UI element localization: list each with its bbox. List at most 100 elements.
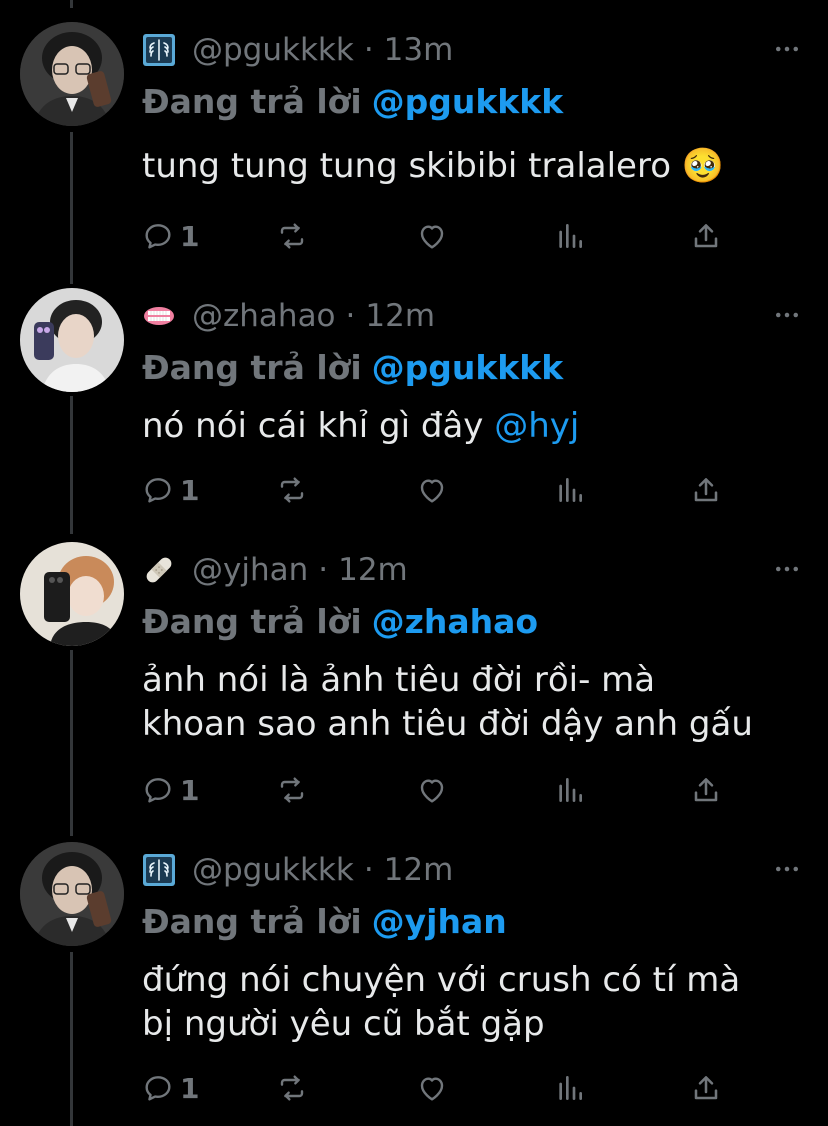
mouth-guard-emoji-icon bbox=[142, 299, 176, 333]
share-upload-icon bbox=[690, 774, 722, 806]
avatar[interactable] bbox=[20, 22, 124, 126]
bandage-emoji-icon bbox=[142, 553, 176, 587]
reply-count: 1 bbox=[180, 773, 200, 807]
tweet-text-line: nó nói cái khỉ gì đây bbox=[142, 406, 495, 446]
timestamp[interactable]: 12m bbox=[365, 298, 435, 334]
tweet[interactable]: @pgukkkk · 12m Đang trả lời @yjhan đứng … bbox=[0, 842, 828, 1126]
tweet-text: ảnh nói là ảnh tiêu đời rồi- mà khoan sa… bbox=[142, 658, 753, 746]
share-button[interactable] bbox=[690, 216, 722, 256]
heart-icon bbox=[416, 774, 448, 806]
thread-connector bbox=[70, 0, 73, 8]
avatar[interactable] bbox=[20, 842, 124, 946]
heart-icon bbox=[416, 220, 448, 252]
reply-button[interactable]: 1 bbox=[142, 770, 199, 810]
user-handle[interactable]: @pgukkkk bbox=[192, 32, 354, 68]
views-bars-icon bbox=[554, 1072, 586, 1104]
separator-dot: · bbox=[363, 852, 374, 888]
more-dots-icon[interactable] bbox=[772, 34, 802, 64]
action-bar: 1 bbox=[142, 216, 742, 256]
retweet-button[interactable] bbox=[276, 470, 308, 510]
more-dots-icon[interactable] bbox=[772, 554, 802, 584]
like-button[interactable] bbox=[416, 216, 448, 256]
tweet-text-line: bị người yêu cũ bắt gặp bbox=[142, 1004, 545, 1044]
replying-to-mention[interactable]: @pgukkkk bbox=[372, 348, 564, 387]
share-upload-icon bbox=[690, 1072, 722, 1104]
separator-dot: · bbox=[318, 552, 329, 588]
retweet-icon bbox=[276, 474, 308, 506]
inline-mention[interactable]: @hyj bbox=[494, 406, 579, 446]
replying-to: Đang trả lời @pgukkkk bbox=[142, 78, 563, 124]
share-button[interactable] bbox=[690, 1068, 722, 1108]
tweet-text-line: tung tung tung skibibi tralalero 🥹 bbox=[142, 146, 725, 186]
replying-to-label: Đang trả lời bbox=[142, 81, 362, 121]
reply-count: 1 bbox=[180, 1071, 200, 1105]
heart-icon bbox=[416, 1072, 448, 1104]
avatar[interactable] bbox=[20, 288, 124, 392]
reply-button[interactable]: 1 bbox=[142, 216, 199, 256]
reply-button[interactable]: 1 bbox=[142, 1068, 199, 1108]
like-button[interactable] bbox=[416, 1068, 448, 1108]
share-button[interactable] bbox=[690, 770, 722, 810]
views-bars-icon bbox=[554, 474, 586, 506]
replying-to-label: Đang trả lời bbox=[142, 601, 362, 641]
reply-button[interactable]: 1 bbox=[142, 470, 199, 510]
tweet-text: đứng nói chuyện với crush có tí mà bị ng… bbox=[142, 958, 740, 1046]
views-button[interactable] bbox=[554, 1068, 586, 1108]
action-bar: 1 bbox=[142, 770, 742, 810]
replying-to: Đang trả lời @zhahao bbox=[142, 598, 538, 644]
replying-to-label: Đang trả lời bbox=[142, 901, 362, 941]
views-button[interactable] bbox=[554, 470, 586, 510]
retweet-icon bbox=[276, 1072, 308, 1104]
reply-count: 1 bbox=[180, 473, 200, 507]
tweet-header: @yjhan · 12m bbox=[142, 548, 408, 592]
share-upload-icon bbox=[690, 220, 722, 252]
heart-icon bbox=[416, 474, 448, 506]
action-bar: 1 bbox=[142, 1068, 742, 1108]
user-handle[interactable]: @yjhan bbox=[192, 552, 308, 588]
action-bar: 1 bbox=[142, 470, 742, 510]
replying-to-mention[interactable]: @pgukkkk bbox=[372, 82, 564, 121]
like-button[interactable] bbox=[416, 770, 448, 810]
tweet-header: @zhahao · 12m bbox=[142, 294, 435, 338]
tweet-text-line: khoan sao anh tiêu đời dậy anh gấu bbox=[142, 704, 753, 744]
reply-bubble-icon bbox=[142, 474, 174, 506]
tweet-text: nó nói cái khỉ gì đây @hyj bbox=[142, 404, 579, 448]
views-bars-icon bbox=[554, 220, 586, 252]
reply-count: 1 bbox=[180, 219, 200, 253]
retweet-button[interactable] bbox=[276, 1068, 308, 1108]
x-ray-emoji-icon bbox=[142, 33, 176, 67]
tweet[interactable]: @yjhan · 12m Đang trả lời @zhahao ảnh nó… bbox=[0, 542, 828, 828]
x-ray-emoji-icon bbox=[142, 853, 176, 887]
reply-bubble-icon bbox=[142, 774, 174, 806]
reply-bubble-icon bbox=[142, 220, 174, 252]
tweet-header: @pgukkkk · 13m bbox=[142, 28, 453, 72]
timestamp[interactable]: 12m bbox=[338, 552, 408, 588]
replying-to-label: Đang trả lời bbox=[142, 347, 362, 387]
like-button[interactable] bbox=[416, 470, 448, 510]
timestamp[interactable]: 12m bbox=[384, 852, 454, 888]
replying-to-mention[interactable]: @zhahao bbox=[372, 602, 538, 641]
replying-to: Đang trả lời @yjhan bbox=[142, 898, 507, 944]
tweet[interactable]: @zhahao · 12m Đang trả lời @pgukkkk nó n… bbox=[0, 288, 828, 524]
timestamp[interactable]: 13m bbox=[384, 32, 454, 68]
tweet-text-line: ảnh nói là ảnh tiêu đời rồi- mà bbox=[142, 660, 656, 700]
avatar[interactable] bbox=[20, 542, 124, 646]
replying-to-mention[interactable]: @yjhan bbox=[372, 902, 507, 941]
retweet-button[interactable] bbox=[276, 770, 308, 810]
tweet[interactable]: @pgukkkk · 13m Đang trả lời @pgukkkk tun… bbox=[0, 22, 828, 268]
tweet-text-line: đứng nói chuyện với crush có tí mà bbox=[142, 960, 741, 1000]
reply-bubble-icon bbox=[142, 1072, 174, 1104]
retweet-button[interactable] bbox=[276, 216, 308, 256]
more-dots-icon[interactable] bbox=[772, 300, 802, 330]
views-button[interactable] bbox=[554, 216, 586, 256]
more-dots-icon[interactable] bbox=[772, 854, 802, 884]
retweet-icon bbox=[276, 220, 308, 252]
user-handle[interactable]: @zhahao bbox=[192, 298, 336, 334]
user-handle[interactable]: @pgukkkk bbox=[192, 852, 354, 888]
share-button[interactable] bbox=[690, 470, 722, 510]
separator-dot: · bbox=[363, 32, 374, 68]
share-upload-icon bbox=[690, 474, 722, 506]
tweet-text: tung tung tung skibibi tralalero 🥹 bbox=[142, 144, 724, 188]
views-button[interactable] bbox=[554, 770, 586, 810]
replying-to: Đang trả lời @pgukkkk bbox=[142, 344, 563, 390]
